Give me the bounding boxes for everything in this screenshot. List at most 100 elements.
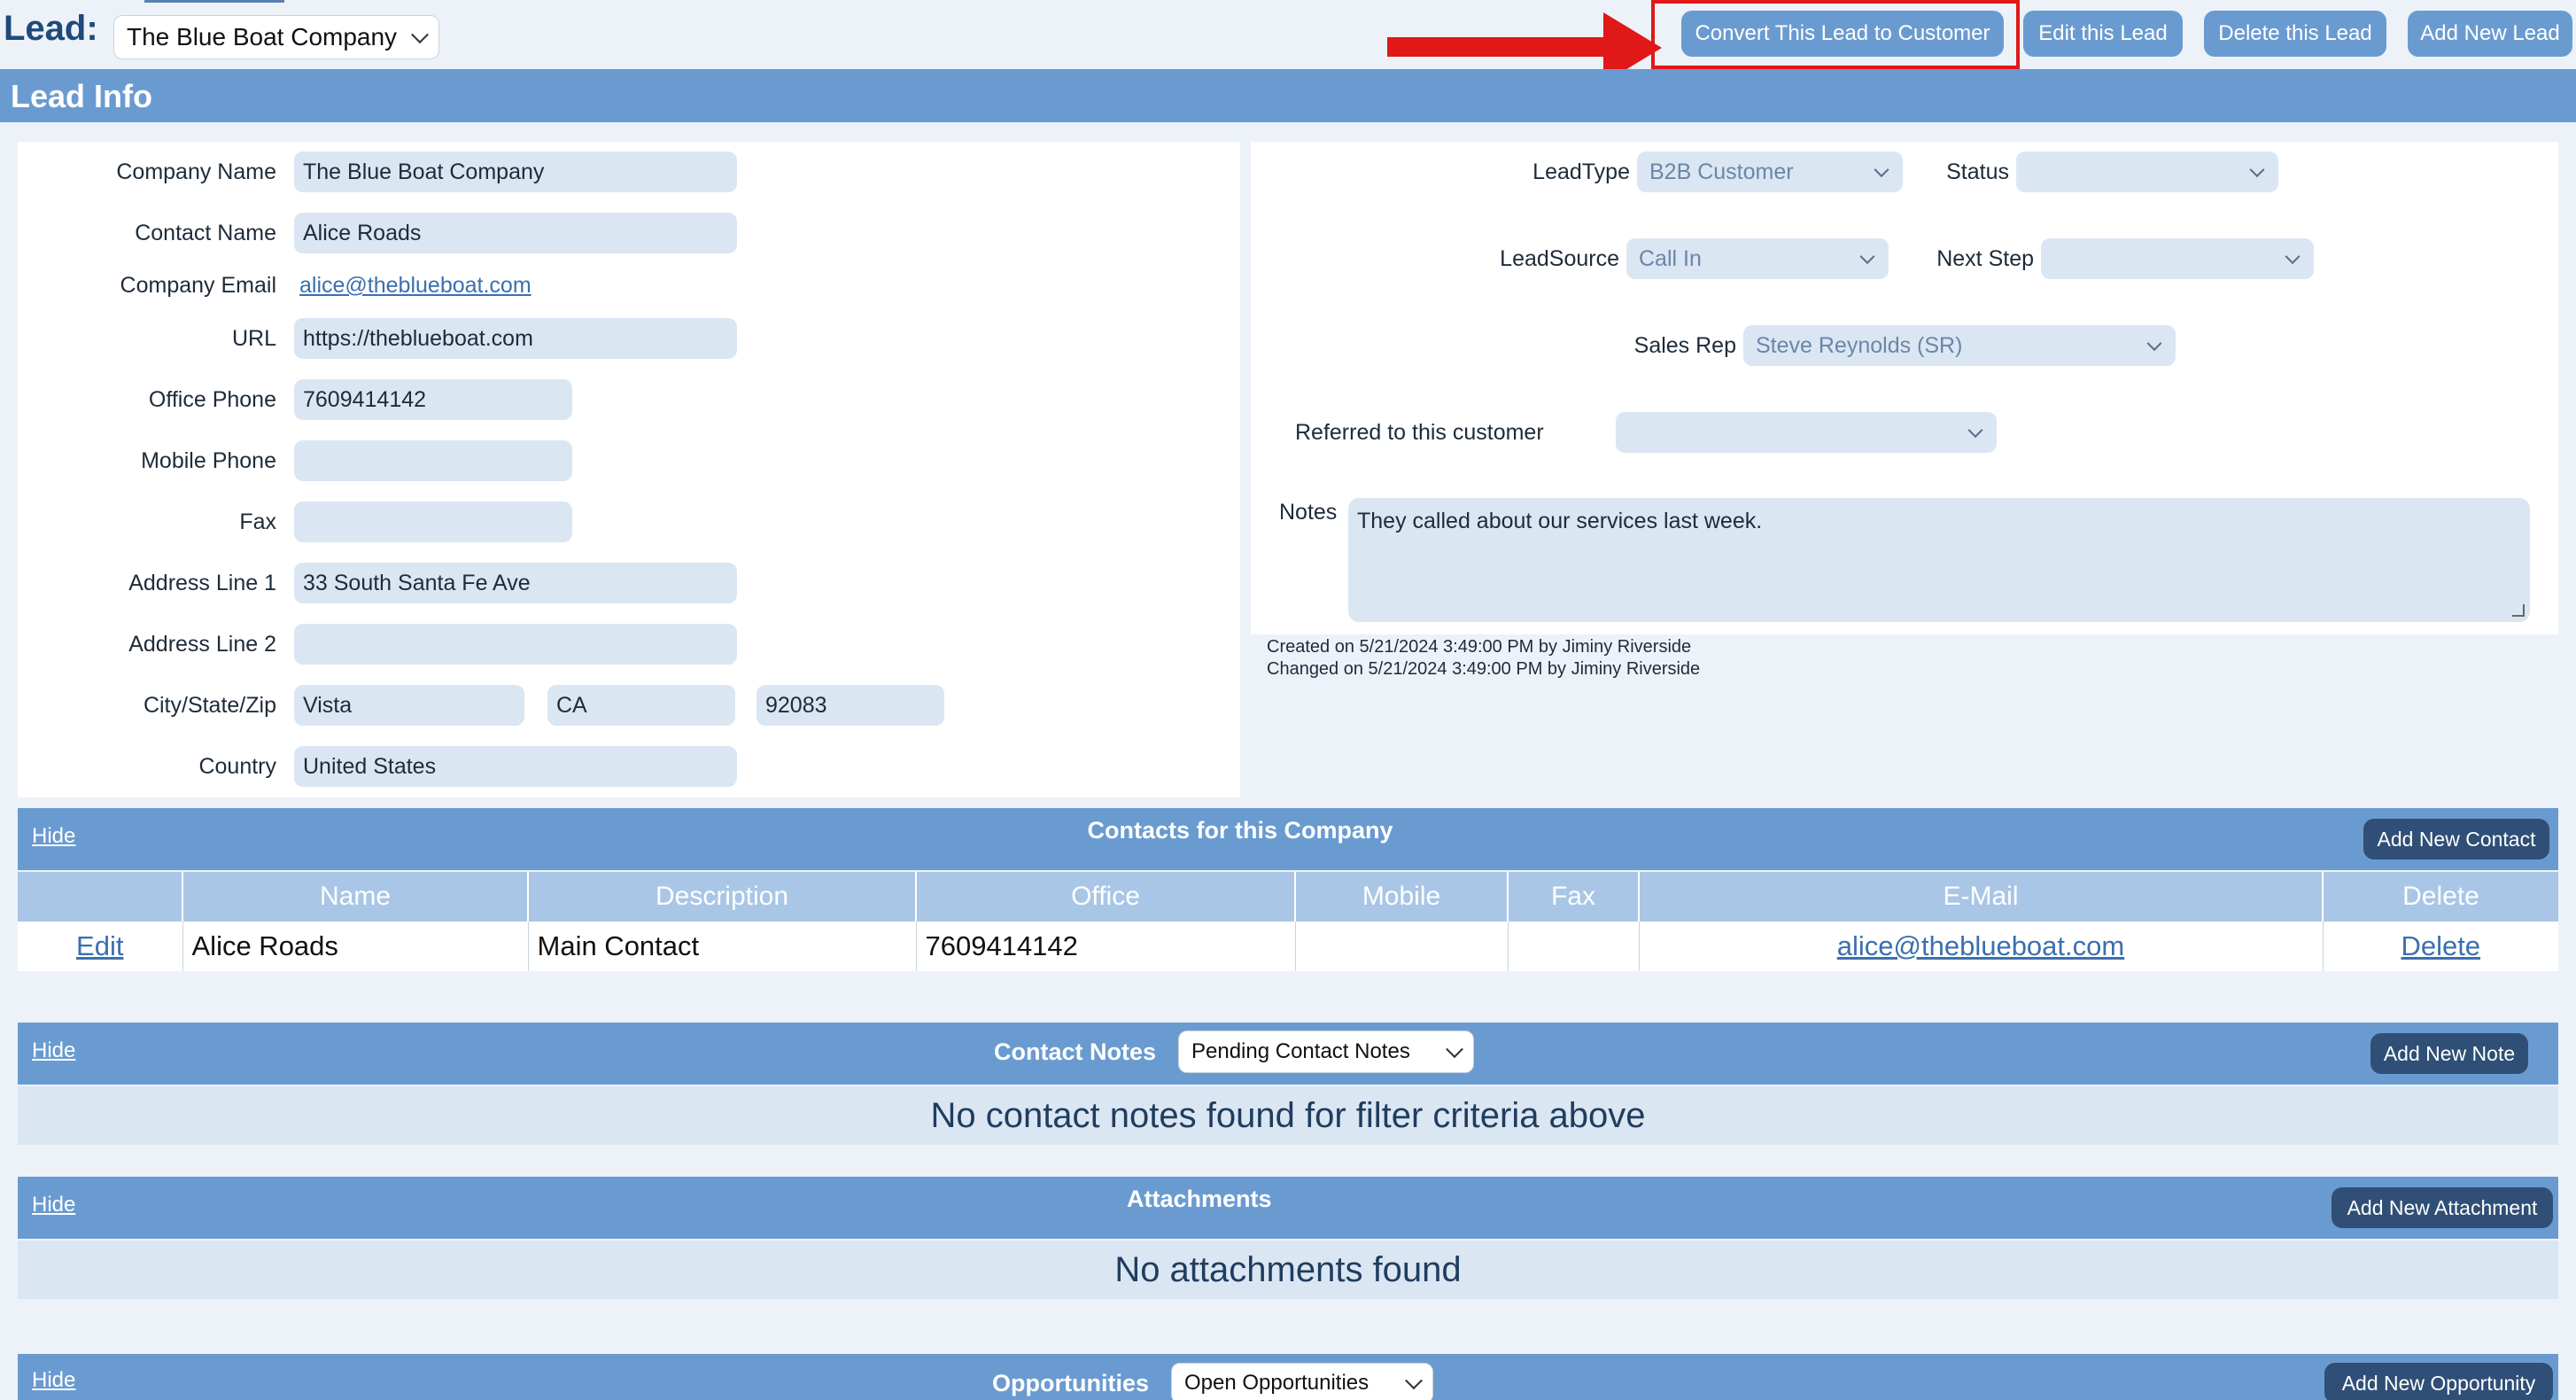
chevron-down-icon xyxy=(1874,162,1889,178)
city-field[interactable]: Vista xyxy=(294,685,524,726)
attachments-hide-link[interactable]: Hide xyxy=(32,1193,75,1217)
lead-select[interactable]: The Blue Boat Company xyxy=(113,15,439,59)
state-field[interactable]: CA xyxy=(547,685,735,726)
add-new-contact-button[interactable]: Add New Contact xyxy=(2363,819,2549,859)
resize-handle-icon[interactable] xyxy=(2512,604,2525,617)
attachments-title: Attachments xyxy=(1127,1186,1272,1212)
delete-lead-button[interactable]: Delete this Lead xyxy=(2204,11,2386,57)
active-tab-indicator xyxy=(144,0,284,3)
contacts-table-header-row: Name Description Office Mobile Fax E-Mai… xyxy=(18,872,2558,922)
fax-field[interactable] xyxy=(294,502,572,542)
add-new-opportunity-button[interactable]: Add New Opportunity xyxy=(2324,1363,2553,1400)
chevron-down-icon xyxy=(1405,1372,1423,1390)
contact-name-cell: Alice Roads xyxy=(182,922,529,971)
office-phone-field[interactable]: 7609414142 xyxy=(294,379,572,420)
zip-field[interactable]: 92083 xyxy=(757,685,944,726)
chevron-down-icon xyxy=(1967,423,1983,439)
email-cell: alice@theblueboat.com xyxy=(1639,922,2324,971)
chevron-down-icon xyxy=(2285,249,2301,265)
opportunities-title: Opportunities xyxy=(992,1370,1149,1396)
contact-notes-empty-message: No contact notes found for filter criter… xyxy=(18,1086,2558,1145)
delete-contact-link[interactable]: Delete xyxy=(2401,930,2480,961)
contact-notes-filter-value: Pending Contact Notes xyxy=(1191,1039,1410,1063)
contact-notes-header: Hide Contact Notes Pending Contact Notes… xyxy=(18,1023,2558,1085)
edit-contact-link[interactable]: Edit xyxy=(76,930,123,961)
contacts-title: Contacts for this Company xyxy=(1087,817,1393,844)
country-label: Country xyxy=(198,754,276,779)
lead-select-value: The Blue Boat Company xyxy=(127,23,398,51)
address-line-1-field[interactable]: 33 South Santa Fe Ave xyxy=(294,563,737,603)
contact-email-link[interactable]: alice@theblueboat.com xyxy=(1837,930,2124,961)
convert-lead-button[interactable]: Convert This Lead to Customer xyxy=(1681,11,2004,57)
lead-label: Lead: xyxy=(4,9,98,48)
col-fax: Fax xyxy=(1508,872,1640,922)
contacts-table: Name Description Office Mobile Fax E-Mai… xyxy=(18,872,2558,971)
opportunities-header: Hide Opportunities Open Opportunities Ad… xyxy=(18,1354,2558,1400)
city-state-zip-label: City/State/Zip xyxy=(143,693,276,718)
company-name-field[interactable]: The Blue Boat Company xyxy=(294,152,737,192)
leadtype-value: B2B Customer xyxy=(1649,159,1794,184)
contact-notes-hide-link[interactable]: Hide xyxy=(32,1038,75,1063)
company-email-link[interactable]: alice@theblueboat.com xyxy=(299,273,531,299)
sales-rep-value: Steve Reynolds (SR) xyxy=(1756,332,1963,358)
leadtype-select[interactable]: B2B Customer xyxy=(1637,152,1903,192)
contact-mobile-cell xyxy=(1295,922,1509,971)
mobile-phone-label: Mobile Phone xyxy=(141,448,276,473)
fax-label: Fax xyxy=(239,509,276,534)
sales-rep-label: Sales Rep xyxy=(1633,333,1736,358)
add-new-attachment-button[interactable]: Add New Attachment xyxy=(2332,1187,2553,1228)
referred-label: Referred to this customer xyxy=(1295,420,1544,445)
col-edit xyxy=(18,872,183,922)
sales-rep-select[interactable]: Steve Reynolds (SR) xyxy=(1743,325,2176,366)
status-select[interactable] xyxy=(2016,152,2278,192)
attachments-header: Hide Attachments Add New Attachment xyxy=(18,1177,2558,1239)
delete-cell: Delete xyxy=(2323,922,2558,971)
address-line-2-field[interactable] xyxy=(294,624,737,665)
contact-fax-cell xyxy=(1508,922,1640,971)
edit-lead-button[interactable]: Edit this Lead xyxy=(2023,11,2183,57)
leadsource-select[interactable]: Call In xyxy=(1626,238,1889,279)
col-delete: Delete xyxy=(2323,872,2558,922)
changed-info: Changed on 5/21/2024 3:49:00 PM by Jimin… xyxy=(1267,659,1701,679)
chevron-down-icon xyxy=(1859,249,1875,265)
chevron-down-icon xyxy=(411,26,429,44)
notes-label: Notes xyxy=(1279,500,1338,525)
annotation-arrow-shaft xyxy=(1387,37,1619,57)
contact-notes-title: Contact Notes xyxy=(994,1038,1157,1065)
address-line-1-label: Address Line 1 xyxy=(128,571,276,595)
url-field[interactable]: https://theblueboat.com xyxy=(294,318,737,359)
contact-office-cell: 7609414142 xyxy=(916,922,1296,971)
lead-info-header: Lead Info xyxy=(0,69,2576,122)
col-name: Name xyxy=(182,872,529,922)
opportunities-hide-link[interactable]: Hide xyxy=(32,1368,75,1393)
col-office: Office xyxy=(916,872,1296,922)
notes-text: They called about our services last week… xyxy=(1357,509,1763,533)
next-step-select[interactable] xyxy=(2041,238,2314,279)
chevron-down-icon xyxy=(2146,336,2162,352)
contact-name-field[interactable]: Alice Roads xyxy=(294,213,737,253)
notes-textarea[interactable]: They called about our services last week… xyxy=(1348,498,2530,622)
leadsource-value: Call In xyxy=(1639,245,1702,271)
col-email: E-Mail xyxy=(1639,872,2324,922)
contact-description-cell: Main Contact xyxy=(528,922,917,971)
opportunities-filter-select[interactable]: Open Opportunities xyxy=(1171,1363,1433,1400)
add-new-lead-button[interactable]: Add New Lead xyxy=(2408,11,2572,57)
referred-select[interactable] xyxy=(1616,412,1997,453)
created-info: Created on 5/21/2024 3:49:00 PM by Jimin… xyxy=(1267,637,1692,657)
office-phone-label: Office Phone xyxy=(148,387,276,412)
mobile-phone-field[interactable] xyxy=(294,440,572,481)
leadsource-label: LeadSource xyxy=(1500,246,1619,271)
next-step-label: Next Step xyxy=(1936,246,2034,271)
country-field[interactable]: United States xyxy=(294,746,737,787)
url-label: URL xyxy=(231,326,276,351)
col-mobile: Mobile xyxy=(1295,872,1509,922)
contact-name-label: Contact Name xyxy=(135,221,276,245)
contact-notes-filter-select[interactable]: Pending Contact Notes xyxy=(1178,1031,1474,1073)
chevron-down-icon xyxy=(1446,1040,1463,1059)
col-description: Description xyxy=(528,872,917,922)
attachments-empty-message: No attachments found xyxy=(18,1241,2558,1299)
add-new-note-button[interactable]: Add New Note xyxy=(2370,1033,2528,1074)
status-label: Status xyxy=(1946,159,2009,184)
company-email-label: Company Email xyxy=(120,273,276,298)
edit-cell: Edit xyxy=(18,922,183,971)
